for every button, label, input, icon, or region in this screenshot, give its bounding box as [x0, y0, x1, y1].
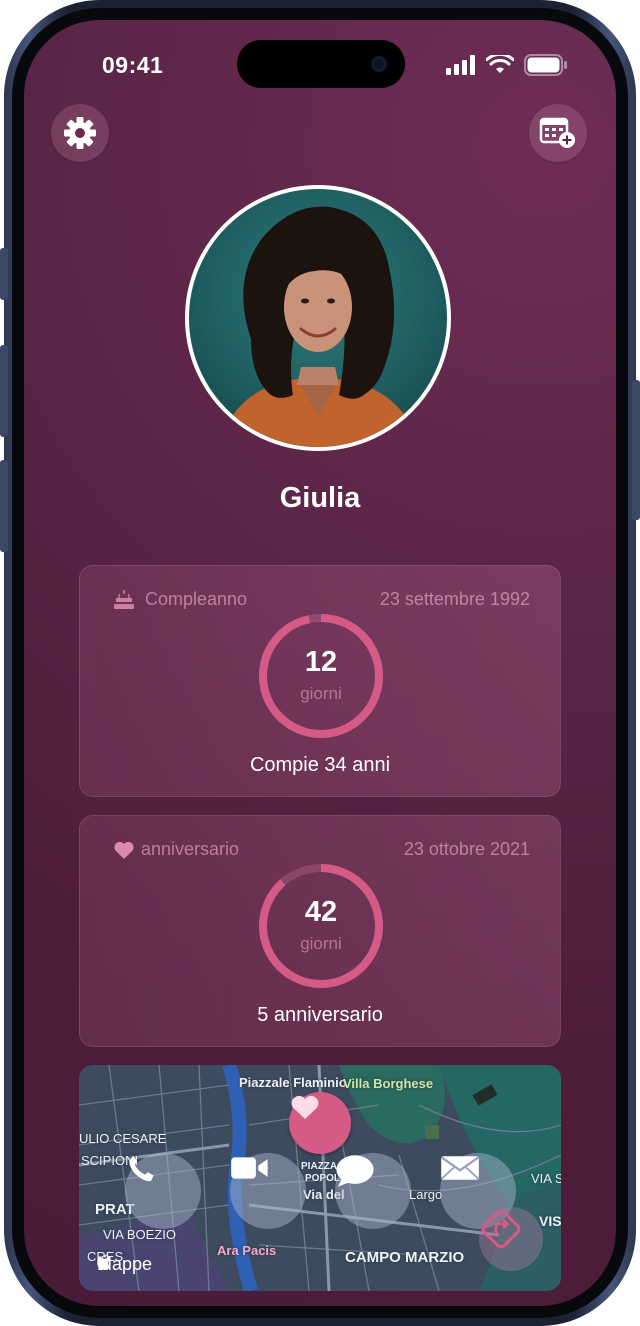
map-label: Ara Pacis [217, 1243, 277, 1258]
days-unit: giorni [300, 934, 342, 953]
mail-icon [441, 1156, 479, 1180]
gear-icon [64, 117, 96, 149]
card-date: 23 settembre 1992 [379, 589, 530, 609]
message-icon [336, 1155, 374, 1187]
card-label: Compleanno [145, 589, 248, 609]
map-label: Villa Borghese [343, 1076, 434, 1091]
message-button[interactable] [335, 1153, 411, 1229]
card-footer: Compie 34 anni [249, 754, 391, 776]
status-icons [446, 54, 568, 76]
days-unit: giorni [300, 684, 342, 703]
birthday-card[interactable]: Compleanno 23 settembre 1992 12 giorni C… [79, 565, 561, 797]
card-date: 23 ottobre 2021 [403, 839, 530, 859]
power-button [632, 380, 640, 520]
map-label: VIA SA [531, 1171, 561, 1186]
apple-logo-icon [97, 1254, 111, 1271]
maps-attribution[interactable]: Mappe [97, 1254, 152, 1275]
add-event-button[interactable] [529, 104, 587, 162]
map-label: CAMPO MARZIO [345, 1249, 465, 1266]
profile-avatar[interactable] [185, 185, 451, 451]
map-label: ULIO CESARE [79, 1131, 167, 1146]
volume-down-button [0, 460, 8, 552]
heart-icon [291, 1095, 319, 1119]
phone-device: 09:41 Giulia Compleanno 23 settembre 199… [0, 0, 640, 1326]
card-footer: 5 anniversario [257, 1004, 383, 1026]
settings-button[interactable] [51, 104, 109, 162]
wifi-icon [486, 55, 514, 73]
heart-icon [114, 841, 134, 859]
volume-up-button [0, 345, 8, 437]
card-label: anniversario [141, 839, 240, 859]
battery-icon [524, 54, 567, 76]
silent-switch [0, 248, 8, 300]
anniversary-card[interactable]: anniversario 23 ottobre 2021 42 giorni 5… [79, 815, 561, 1047]
camera-icon [371, 56, 387, 72]
status-time: 09:41 [102, 52, 164, 78]
directions-button[interactable] [479, 1207, 543, 1271]
map-label: Largo [409, 1187, 443, 1202]
days-count: 42 [304, 896, 338, 928]
days-count: 12 [304, 646, 338, 678]
video-call-button[interactable] [230, 1153, 306, 1229]
cake-icon [114, 590, 134, 609]
status-bar: 09:41 [24, 20, 616, 100]
directions-icon [481, 1209, 521, 1249]
location-map[interactable]: Piazzale Flaminio Villa Borghese ULIO CE… [79, 1065, 561, 1291]
profile-photo [229, 206, 409, 447]
calendar-add-icon [539, 117, 575, 148]
phone-icon [129, 1156, 154, 1182]
video-icon [231, 1157, 268, 1179]
signal-icon [446, 55, 475, 75]
map-label: Piazzale Flaminio [239, 1075, 347, 1090]
dynamic-island [237, 40, 405, 88]
location-pin[interactable] [289, 1092, 351, 1154]
map-label: VIA BOEZIO [103, 1227, 176, 1242]
map-label: VIS [539, 1213, 561, 1229]
call-button[interactable] [125, 1153, 201, 1229]
profile-name: Giulia [279, 482, 361, 514]
screen: 09:41 Giulia Compleanno 23 settembre 199… [24, 20, 616, 1306]
